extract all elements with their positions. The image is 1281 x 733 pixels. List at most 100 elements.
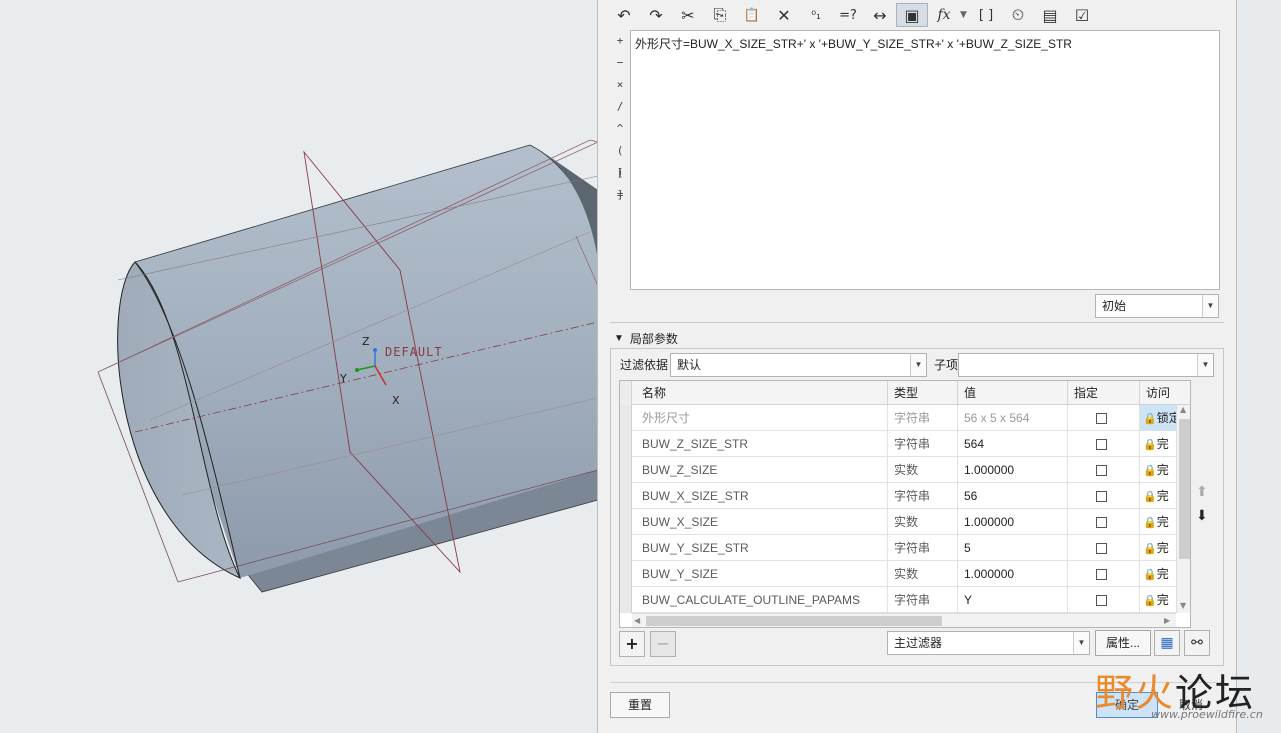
function-icon[interactable]: fx (928, 3, 960, 27)
designate-checkbox[interactable] (1096, 491, 1107, 503)
cell-value[interactable]: 564 (958, 431, 1068, 457)
move-up-icon[interactable]: ⬆ (1196, 484, 1208, 500)
verify-icon[interactable]: ▤ (1034, 3, 1066, 27)
child-combo[interactable]: ▼ (958, 353, 1214, 377)
cell-access[interactable]: 🔒锁定 (1140, 405, 1176, 431)
paste-icon[interactable]: 📋 (736, 3, 768, 27)
units-icon[interactable]: ⁰₁ (800, 3, 832, 27)
cell-value[interactable]: Y (958, 587, 1068, 613)
horizontal-scrollbar[interactable]: ◀ ▶ (632, 613, 1176, 627)
brackets-icon[interactable]: [ ] (970, 3, 1002, 27)
cell-access[interactable]: 🔒完 (1140, 483, 1176, 509)
copy-icon[interactable]: ⎘ (704, 3, 736, 27)
table-row[interactable]: BUW_X_SIZE_STR 字符串 56 🔒完 (620, 483, 1176, 509)
cut-icon[interactable]: ✂ (672, 3, 704, 27)
initial-combo[interactable]: 初始 ▼ (1095, 294, 1219, 318)
scroll-thumb[interactable] (646, 616, 942, 626)
table-row[interactable]: 外形尺寸字符串56 x 5 x 564 🔒锁定 (620, 405, 1176, 431)
remove-parameter-button[interactable]: − (650, 631, 676, 657)
cell-designate (1068, 405, 1140, 431)
function-dropdown-icon[interactable]: ▼ (960, 10, 970, 20)
add-parameter-button[interactable]: + (619, 631, 645, 657)
lock-icon: 🔒 (1143, 595, 1157, 607)
table-row[interactable]: BUW_X_SIZE 实数 1.000000 🔒完 (620, 509, 1176, 535)
row-grip[interactable] (620, 457, 632, 483)
relations-editor[interactable]: 外形尺寸=BUW_X_SIZE_STR+' x '+BUW_Y_SIZE_STR… (630, 30, 1220, 290)
designate-checkbox[interactable] (1096, 517, 1107, 529)
row-grip[interactable] (620, 561, 632, 587)
row-grip[interactable] (620, 431, 632, 457)
cell-designate (1068, 431, 1140, 457)
row-grip[interactable] (620, 509, 632, 535)
cell-name: BUW_Y_SIZE (632, 561, 888, 587)
scroll-left-icon[interactable]: ◀ (634, 616, 640, 625)
delete-icon[interactable]: ✕ (768, 3, 800, 27)
scroll-down-icon[interactable]: ▼ (1180, 601, 1186, 610)
table-row[interactable]: BUW_Z_SIZE_STR 字符串 564 🔒完 (620, 431, 1176, 457)
designate-checkbox[interactable] (1096, 465, 1107, 477)
cell-value[interactable]: 1.000000 (958, 561, 1068, 587)
scroll-up-icon[interactable]: ▲ (1180, 405, 1186, 414)
cell-value[interactable]: 1.000000 (958, 457, 1068, 483)
table-row[interactable]: BUW_CALCULATE_OUTLINE_PAPAMS 字符串 Y 🔒完 (620, 587, 1176, 613)
scroll-thumb[interactable] (1179, 419, 1190, 559)
designate-checkbox[interactable] (1096, 595, 1107, 607)
cell-access[interactable]: 🔒完 (1140, 587, 1176, 613)
cell-value[interactable]: 56 x 5 x 564 (958, 405, 1068, 431)
properties-button[interactable]: 属性... (1095, 630, 1151, 656)
checklist-icon[interactable]: ☑ (1066, 3, 1098, 27)
op-divide-button[interactable]: / (612, 96, 628, 118)
designate-checkbox[interactable] (1096, 543, 1107, 555)
designate-checkbox[interactable] (1096, 439, 1107, 451)
table-row[interactable]: BUW_Y_SIZE_STR 字符串 5 🔒完 (620, 535, 1176, 561)
cylinder-model (97, 139, 598, 593)
row-grip[interactable] (620, 483, 632, 509)
op-multiply-button[interactable]: × (612, 74, 628, 96)
filter-label: 过滤依据 (620, 358, 669, 372)
undo-icon[interactable]: ↶ (608, 3, 640, 27)
binoculars-icon[interactable]: ⚯ (1184, 630, 1210, 656)
filter-combo[interactable]: 默认 ▼ (670, 353, 927, 377)
sort-icon[interactable]: ⏲ (1002, 3, 1034, 27)
table-columns-icon[interactable]: ▦ (1154, 630, 1180, 656)
col-type-header[interactable]: 类型 (888, 381, 958, 405)
op-brackets-button[interactable]: [ ] (612, 162, 628, 201)
row-grip[interactable] (620, 405, 632, 431)
vertical-scrollbar[interactable]: ▲ ▼ (1176, 405, 1190, 613)
col-access-header[interactable]: 访问 (1140, 381, 1190, 405)
op-plus-button[interactable]: + (612, 30, 628, 52)
op-equals-button[interactable]: = (612, 184, 628, 206)
op-parens-button[interactable]: ( ) (612, 140, 628, 179)
redo-icon[interactable]: ↷ (640, 3, 672, 27)
col-name-header[interactable]: 名称 (632, 381, 888, 405)
row-grip[interactable] (620, 587, 632, 613)
evaluate-icon[interactable]: =? (832, 3, 864, 27)
dimension-icon[interactable]: ↔ (864, 3, 896, 27)
col-value-header[interactable]: 值 (958, 381, 1068, 405)
row-grip[interactable] (620, 535, 632, 561)
cell-access[interactable]: 🔒完 (1140, 431, 1176, 457)
table-row[interactable]: BUW_Z_SIZE 实数 1.000000 🔒完 (620, 457, 1176, 483)
cell-access[interactable]: 🔒完 (1140, 561, 1176, 587)
cell-value[interactable]: 56 (958, 483, 1068, 509)
model-viewport[interactable]: DEFAULT Z Y X (0, 0, 598, 733)
cell-designate (1068, 483, 1140, 509)
lock-icon: 🔒 (1143, 543, 1157, 555)
cell-access[interactable]: 🔒完 (1140, 535, 1176, 561)
show-values-icon[interactable]: ▣ (896, 3, 928, 27)
local-params-header[interactable]: ▼ 局部参数 (614, 330, 678, 347)
designate-checkbox[interactable] (1096, 413, 1107, 425)
op-power-button[interactable]: ^ (612, 118, 628, 140)
cell-access[interactable]: 🔒完 (1140, 457, 1176, 483)
col-designate-header[interactable]: 指定 (1068, 381, 1140, 405)
reset-button[interactable]: 重置 (610, 692, 670, 718)
designate-checkbox[interactable] (1096, 569, 1107, 581)
cell-access[interactable]: 🔒完 (1140, 509, 1176, 535)
main-filter-combo[interactable]: 主过滤器 ▼ (887, 631, 1090, 655)
cell-value[interactable]: 5 (958, 535, 1068, 561)
table-row[interactable]: BUW_Y_SIZE 实数 1.000000 🔒完 (620, 561, 1176, 587)
scroll-right-icon[interactable]: ▶ (1164, 616, 1170, 625)
op-minus-button[interactable]: − (612, 52, 628, 74)
move-down-icon[interactable]: ⬇ (1196, 508, 1208, 524)
cell-value[interactable]: 1.000000 (958, 509, 1068, 535)
